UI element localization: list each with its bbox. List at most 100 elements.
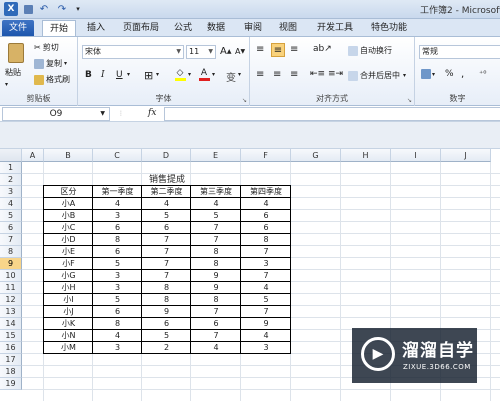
dialog-launcher-icon[interactable]: ↘ — [407, 97, 412, 104]
underline-button[interactable]: U — [116, 70, 123, 80]
font-color-dropdown-icon[interactable]: ▾ — [212, 71, 215, 78]
row-header-8[interactable]: 8 — [0, 246, 22, 258]
row-header-6[interactable]: 6 — [0, 222, 22, 234]
row-header-19[interactable]: 19 — [0, 378, 22, 390]
tab-special[interactable]: 特色功能 — [367, 20, 411, 36]
comma-button[interactable]: , — [461, 69, 464, 80]
bold-button[interactable]: B — [85, 70, 92, 80]
row-header-9[interactable]: 9 — [0, 258, 22, 270]
row-header-12[interactable]: 12 — [0, 294, 22, 306]
formula-input[interactable] — [164, 107, 500, 121]
column-header-b[interactable]: B — [44, 149, 93, 162]
fill-dropdown-icon[interactable]: ▾ — [188, 71, 191, 78]
name-box[interactable]: O9 ▼ — [2, 107, 110, 121]
table-cell[interactable]: 小M — [44, 342, 93, 354]
select-all-corner[interactable] — [0, 149, 22, 162]
merge-dropdown-icon[interactable]: ▾ — [403, 72, 406, 79]
dialog-launcher-icon[interactable]: ↘ — [242, 97, 247, 104]
column-header-e[interactable]: E — [191, 149, 241, 162]
row-header-18[interactable]: 18 — [0, 366, 22, 378]
copy-dropdown-icon[interactable]: ▾ — [64, 60, 67, 67]
table-cell[interactable]: 3 — [93, 342, 142, 354]
row-header-10[interactable]: 10 — [0, 270, 22, 282]
format-painter-button[interactable]: 格式刷 — [34, 74, 70, 85]
redo-icon[interactable]: ↷ — [55, 2, 69, 16]
insert-function-button[interactable]: fx — [148, 108, 156, 118]
decrease-indent-icon[interactable]: ⇤≡ — [310, 69, 325, 79]
paste-dropdown-icon[interactable]: ▾ — [5, 81, 8, 88]
column-header-a[interactable]: A — [22, 149, 44, 162]
tab-formulas[interactable]: 公式 — [170, 20, 196, 36]
grow-font-button[interactable]: A ▲ — [220, 46, 231, 57]
tab-review[interactable]: 审阅 — [240, 20, 266, 36]
italic-button[interactable]: I — [101, 70, 105, 80]
increase-decimal-icon[interactable]: ⁺⁰ — [479, 69, 486, 78]
tab-home[interactable]: 开始 — [42, 20, 76, 37]
column-header-c[interactable]: C — [93, 149, 142, 162]
tab-file[interactable]: 文件 — [2, 20, 34, 36]
borders-dropdown-icon[interactable]: ▾ — [156, 71, 159, 78]
row-header-2[interactable]: 2 — [0, 174, 22, 186]
phonetic-icon[interactable]: 变 — [226, 69, 236, 84]
cut-button[interactable]: ✂ 剪切 — [34, 42, 59, 53]
currency-icon[interactable]: ▾ — [421, 69, 435, 79]
save-icon[interactable] — [22, 2, 34, 16]
copy-button[interactable]: 复制 ▾ — [34, 58, 67, 69]
font-color-icon[interactable]: A — [198, 69, 210, 81]
align-right-icon[interactable]: ≡ — [290, 69, 298, 80]
align-bottom-icon[interactable]: ≡ — [290, 44, 298, 55]
row-header-16[interactable]: 16 — [0, 342, 22, 354]
orientation-icon[interactable]: ab↗ — [313, 44, 332, 54]
font-size-select[interactable]: 11 ▼ — [186, 45, 216, 59]
row-header-17[interactable]: 17 — [0, 354, 22, 366]
align-top-icon[interactable]: ≡ — [256, 44, 264, 55]
fill-color-icon[interactable]: ◇ — [174, 69, 186, 81]
undo-icon[interactable]: ↶ — [37, 2, 51, 16]
phonetic-dropdown-icon[interactable]: ▾ — [238, 71, 241, 78]
merge-center-button[interactable]: 合并后居中 ▾ — [348, 70, 406, 81]
tab-view[interactable]: 视图 — [275, 20, 301, 36]
chevron-down-icon[interactable]: ▼ — [100, 108, 105, 120]
row-header-4[interactable]: 4 — [0, 198, 22, 210]
underline-dropdown-icon[interactable]: ▾ — [127, 71, 130, 78]
column-header-j[interactable]: J — [441, 149, 491, 162]
align-center-icon[interactable]: ≡ — [273, 69, 281, 80]
column-header-f[interactable]: F — [241, 149, 291, 162]
shrink-font-button[interactable]: A ▼ — [235, 47, 245, 56]
row-header-13[interactable]: 13 — [0, 306, 22, 318]
merge-icon — [348, 70, 358, 81]
play-icon: ▶ — [361, 337, 395, 371]
tab-developer[interactable]: 开发工具 — [313, 20, 357, 36]
align-left-icon[interactable]: ≡ — [256, 69, 264, 80]
column-header-i[interactable]: I — [391, 149, 441, 162]
column-header-d[interactable]: D — [142, 149, 191, 162]
row-header-11[interactable]: 11 — [0, 282, 22, 294]
number-format-select[interactable]: 常规 — [419, 45, 500, 59]
paste-icon[interactable] — [6, 41, 26, 65]
borders-icon[interactable]: ⊞ — [144, 69, 153, 82]
table-cell[interactable]: 4 — [191, 342, 241, 354]
paste-button[interactable]: 粘贴 — [5, 67, 21, 78]
tab-page-layout[interactable]: 页面布局 — [117, 20, 165, 36]
column-header-h[interactable]: H — [341, 149, 391, 162]
align-middle-icon[interactable]: ≡ — [271, 43, 285, 57]
increase-indent-icon[interactable]: ≡⇥ — [328, 69, 343, 79]
tab-insert[interactable]: 插入 — [82, 20, 110, 36]
copy-label: 复制 — [46, 59, 62, 68]
row-header-3[interactable]: 3 — [0, 186, 22, 198]
wrap-text-button[interactable]: 自动换行 — [348, 45, 392, 56]
font-name-select[interactable]: 宋体 ▼ — [82, 45, 184, 59]
row-header-15[interactable]: 15 — [0, 330, 22, 342]
clipboard-group: 粘贴 ▾ ✂ 剪切 复制 ▾ 格式刷 剪贴板 — [0, 37, 78, 106]
table-cell[interactable]: 2 — [142, 342, 191, 354]
percent-button[interactable]: % — [445, 69, 454, 79]
row-header-14[interactable]: 14 — [0, 318, 22, 330]
row-header-1[interactable]: 1 — [0, 162, 22, 174]
splitter-icon[interactable]: ⋮ — [118, 110, 124, 117]
table-cell[interactable]: 3 — [241, 342, 291, 354]
customize-icon[interactable]: ▾ — [73, 2, 83, 16]
column-header-g[interactable]: G — [291, 149, 341, 162]
tab-data[interactable]: 数据 — [203, 20, 229, 36]
row-header-7[interactable]: 7 — [0, 234, 22, 246]
row-header-5[interactable]: 5 — [0, 210, 22, 222]
